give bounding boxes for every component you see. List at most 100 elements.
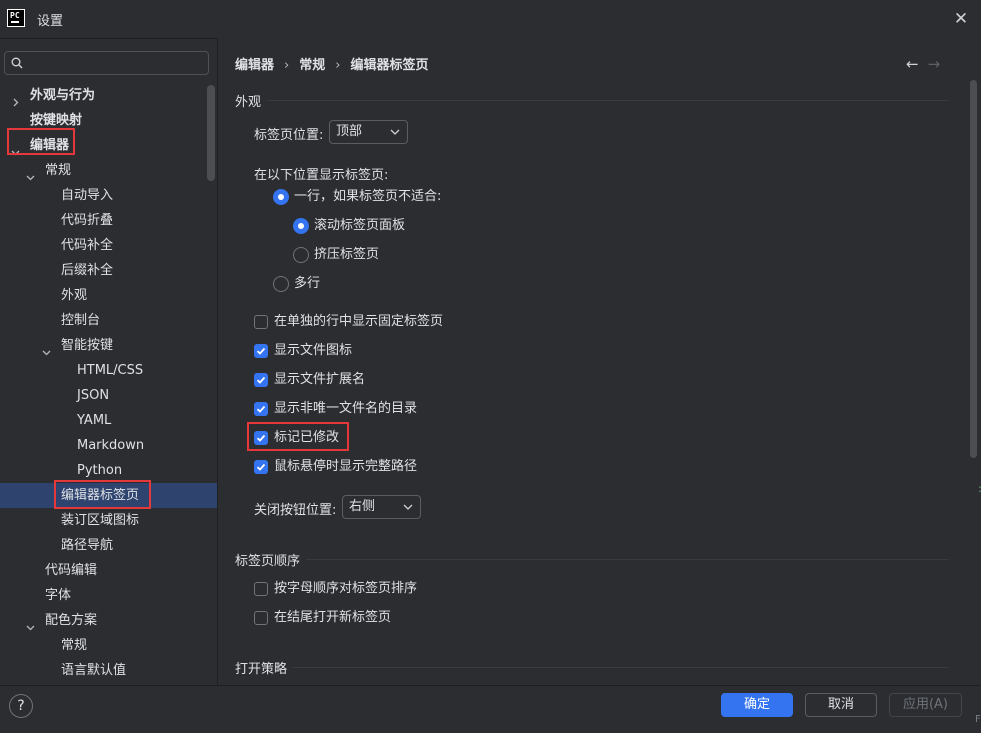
search-input[interactable] (31, 54, 201, 72)
tree-item-label: 代码折叠 (61, 213, 114, 228)
checkbox-option[interactable]: 在结尾打开新标签页 (254, 608, 474, 628)
chevron-right-icon[interactable] (11, 91, 20, 107)
close-icon[interactable]: ✕ (950, 8, 972, 30)
forward-arrow-icon[interactable]: → (928, 55, 941, 73)
chevron-down-icon[interactable] (26, 616, 35, 631)
ok-button[interactable]: 确定 (721, 693, 793, 717)
breadcrumb-separator: › (284, 58, 290, 73)
radio-button[interactable] (293, 247, 309, 263)
settings-nav-panel: 外观与行为 按键映射 编辑器 常规 自动导入 代码折叠 代码补全 后缀补全 外观 控制台 智能按键 H… (0, 38, 217, 685)
tree-item[interactable]: 配色方案 (0, 608, 217, 633)
checkbox-label: 按字母顺序对标签页排序 (274, 581, 418, 596)
tree-item-label: YAML (77, 413, 112, 428)
tree-item-label: 外观 (61, 288, 88, 303)
tree-item[interactable]: 装订区域图标 (0, 508, 217, 533)
tree-item[interactable]: 后缀补全 (0, 258, 217, 283)
tree-item-label: 代码补全 (61, 238, 114, 253)
settings-search-box[interactable] (4, 51, 209, 75)
title-bar: PC 设置 ✕ (0, 0, 981, 38)
tab-position-label: 标签页位置: (254, 128, 324, 143)
checkbox-checked-icon[interactable] (254, 344, 268, 358)
tree-item-label: Markdown (77, 438, 145, 453)
tree-item[interactable]: 控制台 (0, 308, 217, 333)
tree-item[interactable]: 代码折叠 (0, 208, 217, 233)
tree-item[interactable]: 外观与行为 (0, 83, 217, 108)
close-button-position-label: 关闭按钮位置: (254, 503, 337, 518)
tab-position-value: 顶部 (336, 124, 363, 139)
section-opening-policy-title: 打开策略 (235, 662, 288, 677)
nav-scrollbar[interactable] (207, 85, 215, 181)
pycharm-logo-icon: PC (7, 9, 25, 27)
checkbox-label: 在单独的行中显示固定标签页 (274, 314, 444, 329)
content-scrollbar[interactable] (970, 80, 977, 458)
checkbox-unchecked-icon[interactable] (254, 582, 268, 596)
tree-item[interactable]: 常规 (0, 633, 217, 658)
radio-label: 一行，如果标签页不适合: (294, 189, 442, 204)
apply-button[interactable]: 应用(A) (889, 693, 962, 717)
breadcrumb-item[interactable]: 常规 (299, 58, 325, 73)
checkbox-checked-icon[interactable] (254, 460, 268, 474)
help-icon[interactable]: ? (9, 694, 33, 718)
tree-item-label: 装订区域图标 (61, 513, 140, 528)
tree-item-label: HTML/CSS (77, 363, 144, 378)
breadcrumb-item[interactable]: 编辑器 (235, 58, 274, 73)
tree-item[interactable]: YAML (0, 408, 217, 433)
radio-label: 滚动标签页面板 (314, 218, 406, 233)
tree-item[interactable]: 智能按键 (0, 333, 217, 358)
section-divider (293, 667, 948, 668)
close-button-position-select[interactable]: 右侧 (342, 495, 421, 519)
tree-item[interactable]: 路径导航 (0, 533, 217, 558)
tree-item[interactable]: Markdown (0, 433, 217, 458)
highlight-box-editor (7, 128, 75, 155)
checkbox-option[interactable]: 按字母顺序对标签页排序 (254, 579, 474, 599)
checkbox-option[interactable]: 显示非唯一文件名的目录 (254, 399, 474, 419)
tree-item[interactable]: 语言默认值 (0, 658, 217, 683)
tree-item-label: 代码编辑 (45, 563, 98, 578)
tree-item-label: JSON (77, 388, 110, 403)
radio-button[interactable] (273, 189, 289, 205)
checkbox-option[interactable]: 显示文件扩展名 (254, 370, 474, 390)
checkbox-option[interactable]: 在单独的行中显示固定标签页 (254, 312, 474, 332)
checkbox-label: 显示非唯一文件名的目录 (274, 401, 418, 416)
close-button-position-value: 右侧 (349, 499, 376, 514)
tree-item[interactable]: 常规 (0, 158, 217, 183)
checkbox-checked-icon[interactable] (254, 402, 268, 416)
section-tab-order-title: 标签页顺序 (235, 554, 301, 569)
checkbox-option[interactable]: 鼠标悬停时显示完整路径 (254, 457, 474, 477)
tab-position-select[interactable]: 顶部 (329, 120, 408, 144)
checkbox-label: 鼠标悬停时显示完整路径 (274, 459, 418, 474)
tree-item-label: 智能按键 (61, 338, 114, 353)
checkbox-unchecked-icon[interactable] (254, 315, 268, 329)
cancel-button[interactable]: 取消 (805, 693, 877, 717)
tree-item[interactable]: 自动导入 (0, 183, 217, 208)
tree-item-label: 自动导入 (61, 188, 114, 203)
radio-label: 挤压标签页 (314, 247, 380, 262)
chevron-down-icon[interactable] (42, 341, 51, 356)
radio-button[interactable] (273, 276, 289, 292)
checkbox-option[interactable]: 显示文件图标 (254, 341, 474, 361)
tree-item-label: 配色方案 (45, 613, 98, 628)
nav-arrows: ← → (906, 55, 940, 73)
radio-squeeze-tabs[interactable]: 挤压标签页 (293, 245, 403, 265)
tree-item-label: 字体 (45, 588, 72, 603)
tree-item[interactable]: 代码补全 (0, 233, 217, 258)
radio-one-row[interactable]: 一行，如果标签页不适合: (273, 187, 453, 207)
window-title: 设置 (37, 14, 64, 29)
radio-scroll-tab-panel[interactable]: 滚动标签页面板 (293, 216, 413, 236)
tree-item-label: 外观与行为 (30, 88, 96, 103)
radio-multiple-rows[interactable]: 多行 (273, 274, 333, 294)
chevron-down-icon[interactable] (26, 166, 35, 181)
checkbox-unchecked-icon[interactable] (254, 611, 268, 625)
back-arrow-icon[interactable]: ← (906, 55, 919, 73)
dialog-footer: ? 确定 取消 应用(A) F (0, 685, 981, 733)
radio-button[interactable] (293, 218, 309, 234)
tree-item[interactable]: 外观 (0, 283, 217, 308)
tree-item[interactable]: HTML/CSS (0, 358, 217, 383)
tree-item-label: 控制台 (61, 313, 101, 328)
tree-item[interactable]: 字体 (0, 583, 217, 608)
tree-item[interactable]: JSON (0, 383, 217, 408)
tree-item[interactable]: 代码编辑 (0, 558, 217, 583)
radio-label: 多行 (294, 276, 321, 291)
highlight-box-mark-modified (247, 422, 349, 451)
checkbox-checked-icon[interactable] (254, 373, 268, 387)
